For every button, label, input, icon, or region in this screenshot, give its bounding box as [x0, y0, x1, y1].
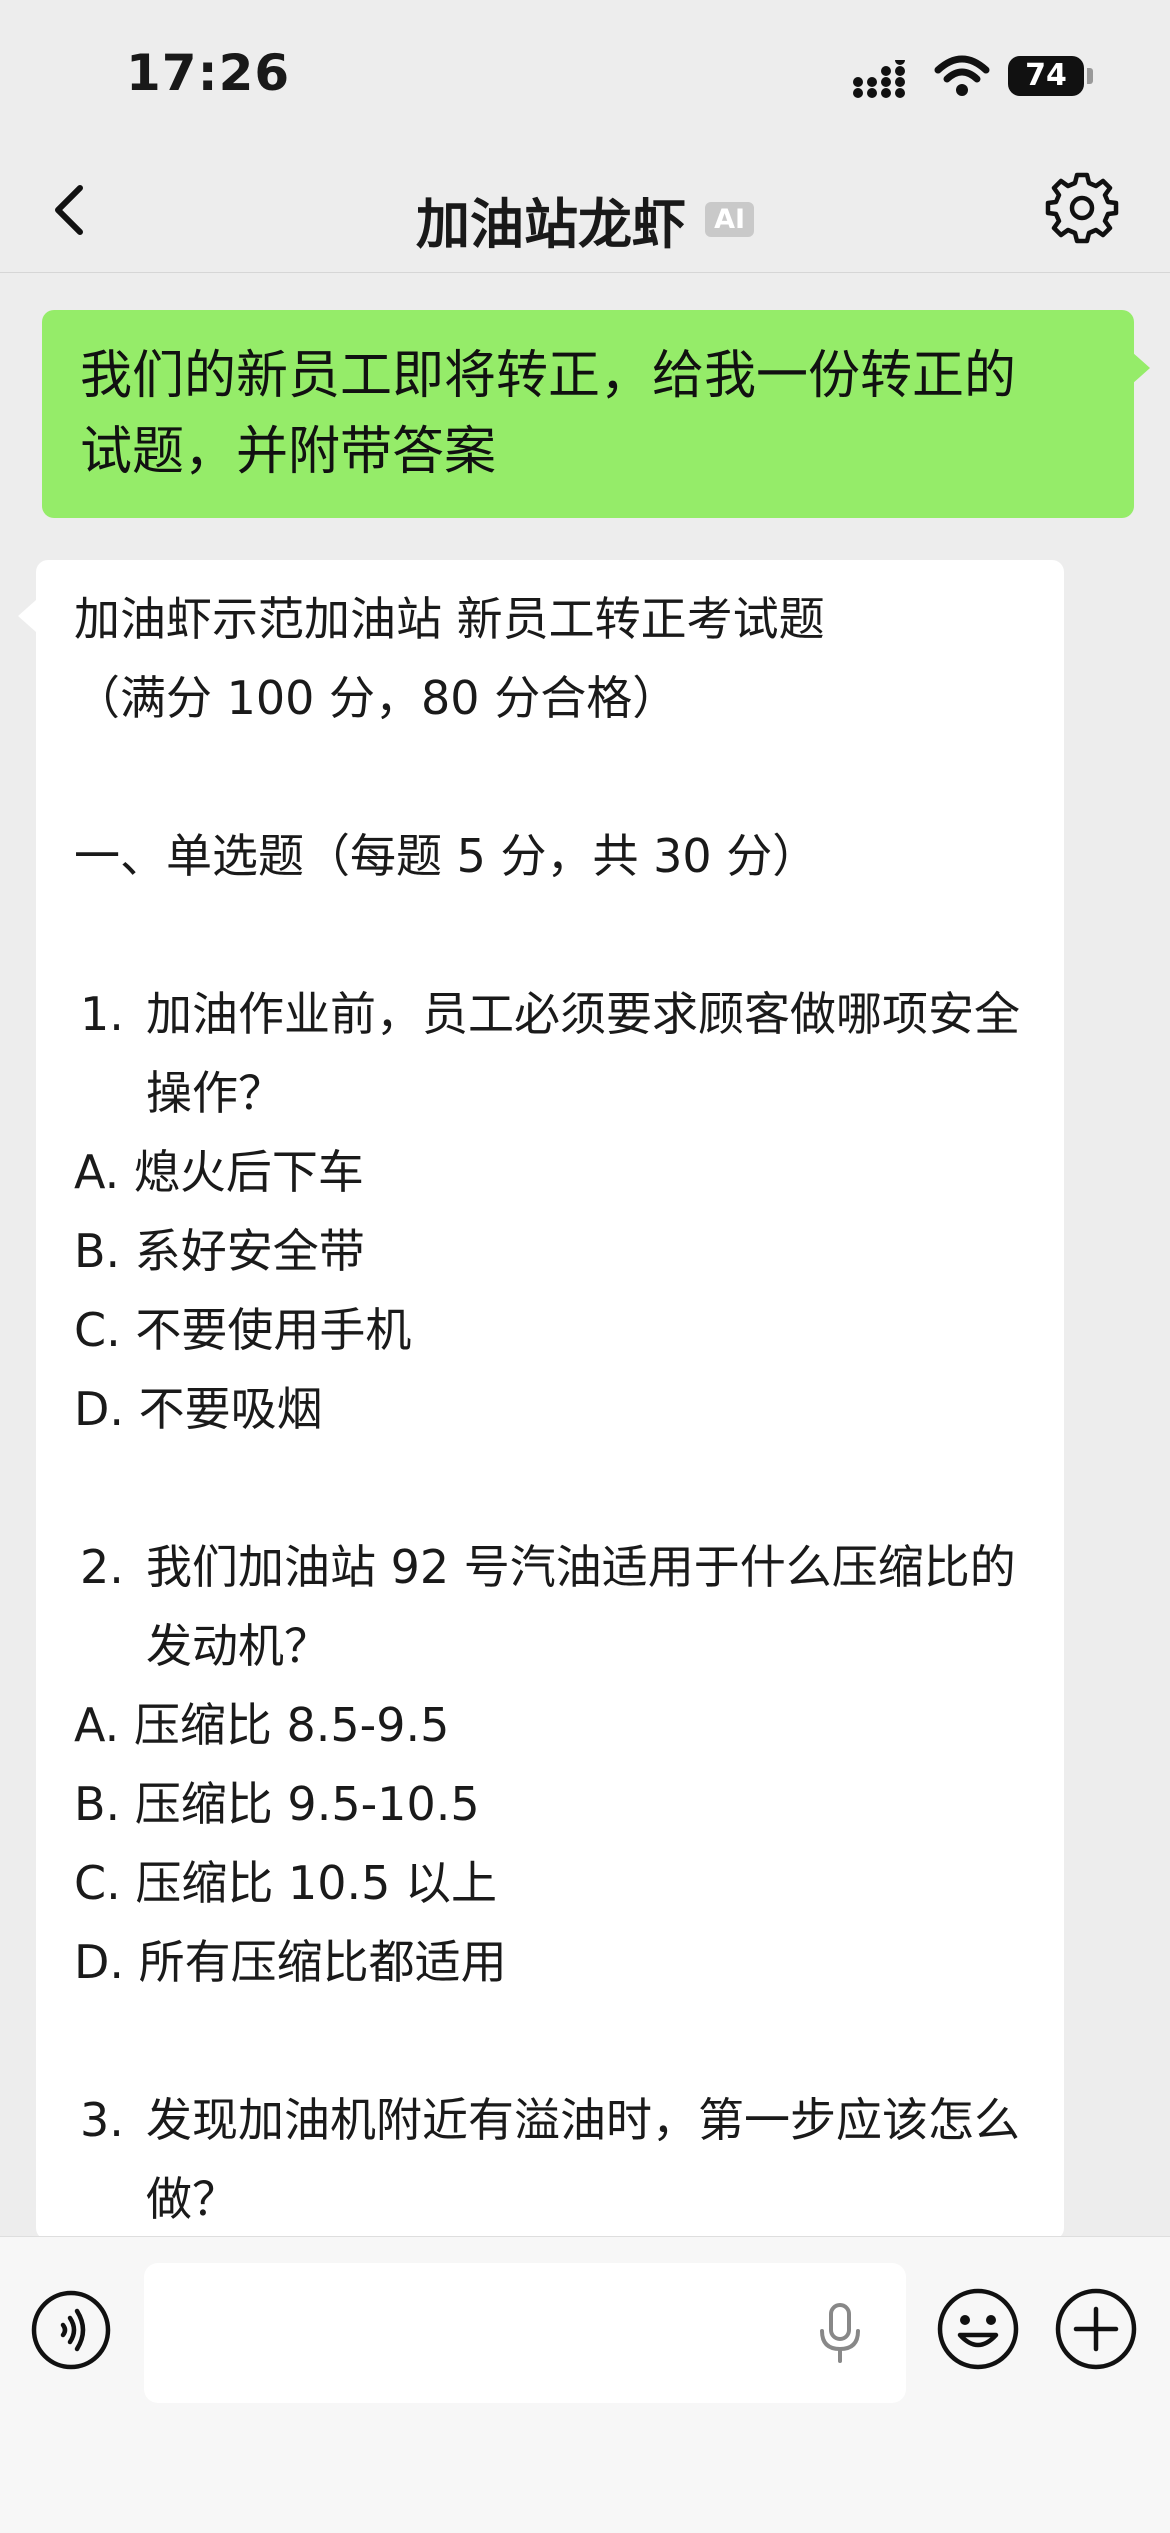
gear-icon[interactable]	[1044, 170, 1120, 246]
battery-cap	[1087, 68, 1093, 84]
question-item: 3. 发现加油机附近有溢油时，第一步应该怎么做？	[74, 2081, 1026, 2239]
ai-badge: AI	[705, 202, 755, 237]
answer-option: C. 不要使用手机	[74, 1303, 412, 1357]
emoji-icon[interactable]	[936, 2287, 1020, 2371]
answer-option: B. 压缩比 9.5-10.5	[74, 1777, 480, 1831]
user-message-line: 我们的新员工即将转正，给我一份转正的	[80, 346, 1017, 406]
status-time: 17:26	[126, 44, 291, 102]
question-text: 发现加油机附近有溢油时，第一步应该怎么做？	[146, 2093, 1020, 2226]
question-text: 我们加油站 92 号汽油适用于什么压缩比的发动机？	[146, 1540, 1016, 1673]
section-heading: 一、单选题（每题 5 分，共 30 分）	[74, 829, 819, 883]
answer-option: A. 熄火后下车	[74, 1145, 364, 1199]
microphone-icon[interactable]	[810, 2301, 870, 2365]
answer-option: D. 所有压缩比都适用	[74, 1935, 507, 1989]
question-number: 2.	[80, 1540, 124, 1594]
message-input[interactable]	[144, 2263, 906, 2403]
user-message-bubble[interactable]: 我们的新员工即将转正，给我一份转正的 试题，并附带答案	[42, 310, 1134, 518]
user-bubble-tail	[1132, 352, 1150, 384]
exam-subtitle: （满分 100 分，80 分合格）	[74, 671, 679, 725]
exam-title: 加油虾示范加油站 新员工转正考试题	[74, 592, 825, 646]
add-more-icon[interactable]	[1054, 2287, 1138, 2371]
chat-title: 加油站龙虾	[415, 193, 686, 256]
question-text: 加油作业前，员工必须要求顾客做哪项安全操作？	[146, 987, 1020, 1120]
answer-option: C. 压缩比 10.5 以上	[74, 1856, 498, 1910]
question-number: 3.	[80, 2093, 124, 2147]
status-bar: 17:26 74	[0, 0, 1170, 150]
user-message-line: 试题，并附带答案	[80, 422, 497, 482]
battery-indicator: 74	[1008, 56, 1084, 96]
input-toolbar	[0, 2236, 1170, 2533]
question-number: 1.	[80, 987, 124, 1041]
wifi-icon	[934, 55, 990, 96]
answer-option: D. 不要吸烟	[74, 1382, 323, 1436]
cellular-signal-icon	[853, 60, 905, 98]
answer-option: B. 系好安全带	[74, 1224, 365, 1278]
question-item: 1. 加油作业前，员工必须要求顾客做哪项安全操作？	[74, 975, 1026, 1133]
nav-title-container: 加油站龙虾 AI	[0, 180, 1170, 259]
voice-input-icon[interactable]	[30, 2289, 112, 2371]
bot-message-bubble[interactable]: 加油虾示范加油站 新员工转正考试题 （满分 100 分，80 分合格） 一、单选…	[36, 560, 1064, 2240]
answer-option: A. 压缩比 8.5-9.5	[74, 1698, 450, 1752]
nav-bar: 加油站龙虾 AI	[0, 150, 1170, 273]
question-item: 2. 我们加油站 92 号汽油适用于什么压缩比的发动机？	[74, 1528, 1026, 1686]
bot-bubble-tail	[18, 600, 36, 632]
